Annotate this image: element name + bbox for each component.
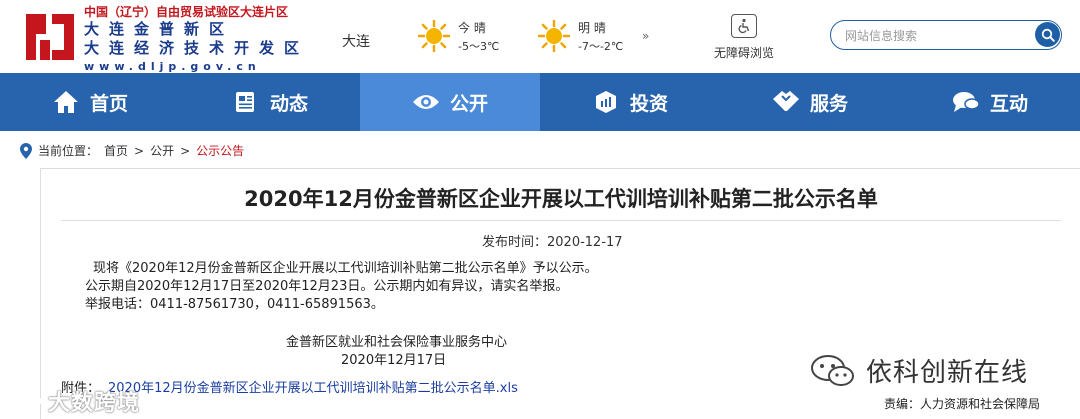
breadcrumb: 当前位置： 首页 > 公开 > 公示公告 bbox=[20, 142, 244, 159]
sun-icon bbox=[418, 20, 450, 52]
city-name: 大连 bbox=[342, 34, 370, 50]
site-logo-text[interactable]: 中国（辽宁）自由贸易试验区大连片区 大连金普新区 大连经济技术开发区 www.d… bbox=[84, 6, 309, 72]
accessibility-button[interactable]: 无障碍浏览 bbox=[706, 14, 782, 61]
chat-icon bbox=[952, 88, 980, 116]
signature-date: 2020年12月17日 bbox=[341, 353, 447, 368]
article-title: 2020年12月份金普新区企业开展以工代训培训补贴第二批公示名单 bbox=[244, 187, 878, 211]
eye-icon bbox=[412, 88, 440, 116]
main-nav: 首页 动态 公开 投资 服务 互动 bbox=[0, 73, 1080, 131]
more-weather-link[interactable]: » bbox=[642, 29, 649, 43]
wechat-icon bbox=[811, 354, 854, 386]
news-icon bbox=[232, 88, 260, 116]
logo-url: www.dljp.gov.cn bbox=[84, 60, 261, 73]
weather-day-label: 今 晴 bbox=[458, 21, 486, 35]
handshake-icon bbox=[772, 88, 800, 116]
site-header: 中国（辽宁）自由贸易试验区大连片区 大连金普新区 大连经济技术开发区 www.d… bbox=[0, 0, 1080, 73]
signature-org: 金普新区就业和社会保险事业服务中心 bbox=[286, 335, 508, 350]
home-icon bbox=[52, 88, 80, 116]
breadcrumb-separator: > bbox=[180, 143, 191, 158]
search-button[interactable] bbox=[1035, 22, 1060, 47]
nav-item-label: 动态 bbox=[269, 92, 308, 115]
watermark-right: 依科创新在线 bbox=[810, 352, 1028, 389]
weather-temperature: -5～3℃ bbox=[458, 40, 500, 53]
nav-item-invest[interactable]: 投资 bbox=[540, 73, 720, 131]
article-paragraph: 举报电话：0411-87561730，0411-65891563。 bbox=[85, 297, 384, 312]
accessibility-label: 无障碍浏览 bbox=[713, 46, 774, 60]
breadcrumb-announcements[interactable]: 公示公告 bbox=[196, 142, 244, 159]
watermark-right-text: 依科创新在线 bbox=[866, 358, 1029, 388]
logo-mark-icon[interactable] bbox=[22, 8, 78, 66]
nav-item-label: 首页 bbox=[89, 92, 128, 115]
search-icon bbox=[1041, 28, 1055, 42]
cube-icon bbox=[592, 88, 620, 116]
watermark-logo-icon bbox=[0, 391, 42, 411]
nav-item-label: 互动 bbox=[989, 92, 1028, 115]
article-editor: 责编：人力资源和社会保障局 bbox=[884, 397, 1041, 411]
breadcrumb-prefix: 当前位置： bbox=[38, 144, 99, 158]
logo-line-2: 大连金普新区 bbox=[84, 20, 235, 38]
watermark-left-text: 大数跨境 bbox=[48, 391, 141, 416]
title-divider bbox=[61, 220, 1061, 221]
nav-item-interact[interactable]: 互动 bbox=[900, 73, 1080, 131]
article-paragraph: 现将《2020年12月份金普新区企业开展以工代训培训补贴第二批公示名单》予以公示… bbox=[93, 261, 598, 276]
nav-item-label: 服务 bbox=[809, 92, 848, 115]
nav-item-home[interactable]: 首页 bbox=[0, 73, 180, 131]
nav-item-open[interactable]: 公开 bbox=[360, 73, 540, 131]
nav-item-label: 公开 bbox=[449, 92, 488, 115]
breadcrumb-separator: > bbox=[134, 143, 145, 158]
breadcrumb-open[interactable]: 公开 bbox=[150, 142, 174, 159]
breadcrumb-home[interactable]: 首页 bbox=[104, 142, 128, 159]
sun-icon bbox=[538, 20, 570, 52]
logo-line-1: 中国（辽宁）自由贸易试验区大连片区 bbox=[84, 5, 289, 19]
location-pin-icon bbox=[20, 142, 32, 159]
weather-temperature: -7～-2℃ bbox=[578, 40, 624, 53]
nav-item-label: 投资 bbox=[629, 92, 668, 115]
publish-date: 发布时间：2020-12-17 bbox=[482, 235, 623, 250]
weather-day-label: 明 晴 bbox=[578, 21, 606, 35]
watermark-left: 大数跨境 bbox=[0, 385, 140, 417]
attachment-link[interactable]: 2020年12月份金普新区企业开展以工代训培训补贴第二批公示名单.xls bbox=[108, 381, 518, 396]
logo-line-3: 大连经济技术开发区 bbox=[84, 39, 310, 57]
nav-item-service[interactable]: 服务 bbox=[720, 73, 900, 131]
article-paragraph: 公示期自2020年12月17日至2020年12月23日。公示期内如有异议，请实名… bbox=[85, 279, 569, 294]
nav-item-news[interactable]: 动态 bbox=[180, 73, 360, 131]
search-input[interactable] bbox=[843, 26, 1027, 46]
wheelchair-icon bbox=[731, 14, 757, 38]
site-search bbox=[830, 20, 1062, 50]
